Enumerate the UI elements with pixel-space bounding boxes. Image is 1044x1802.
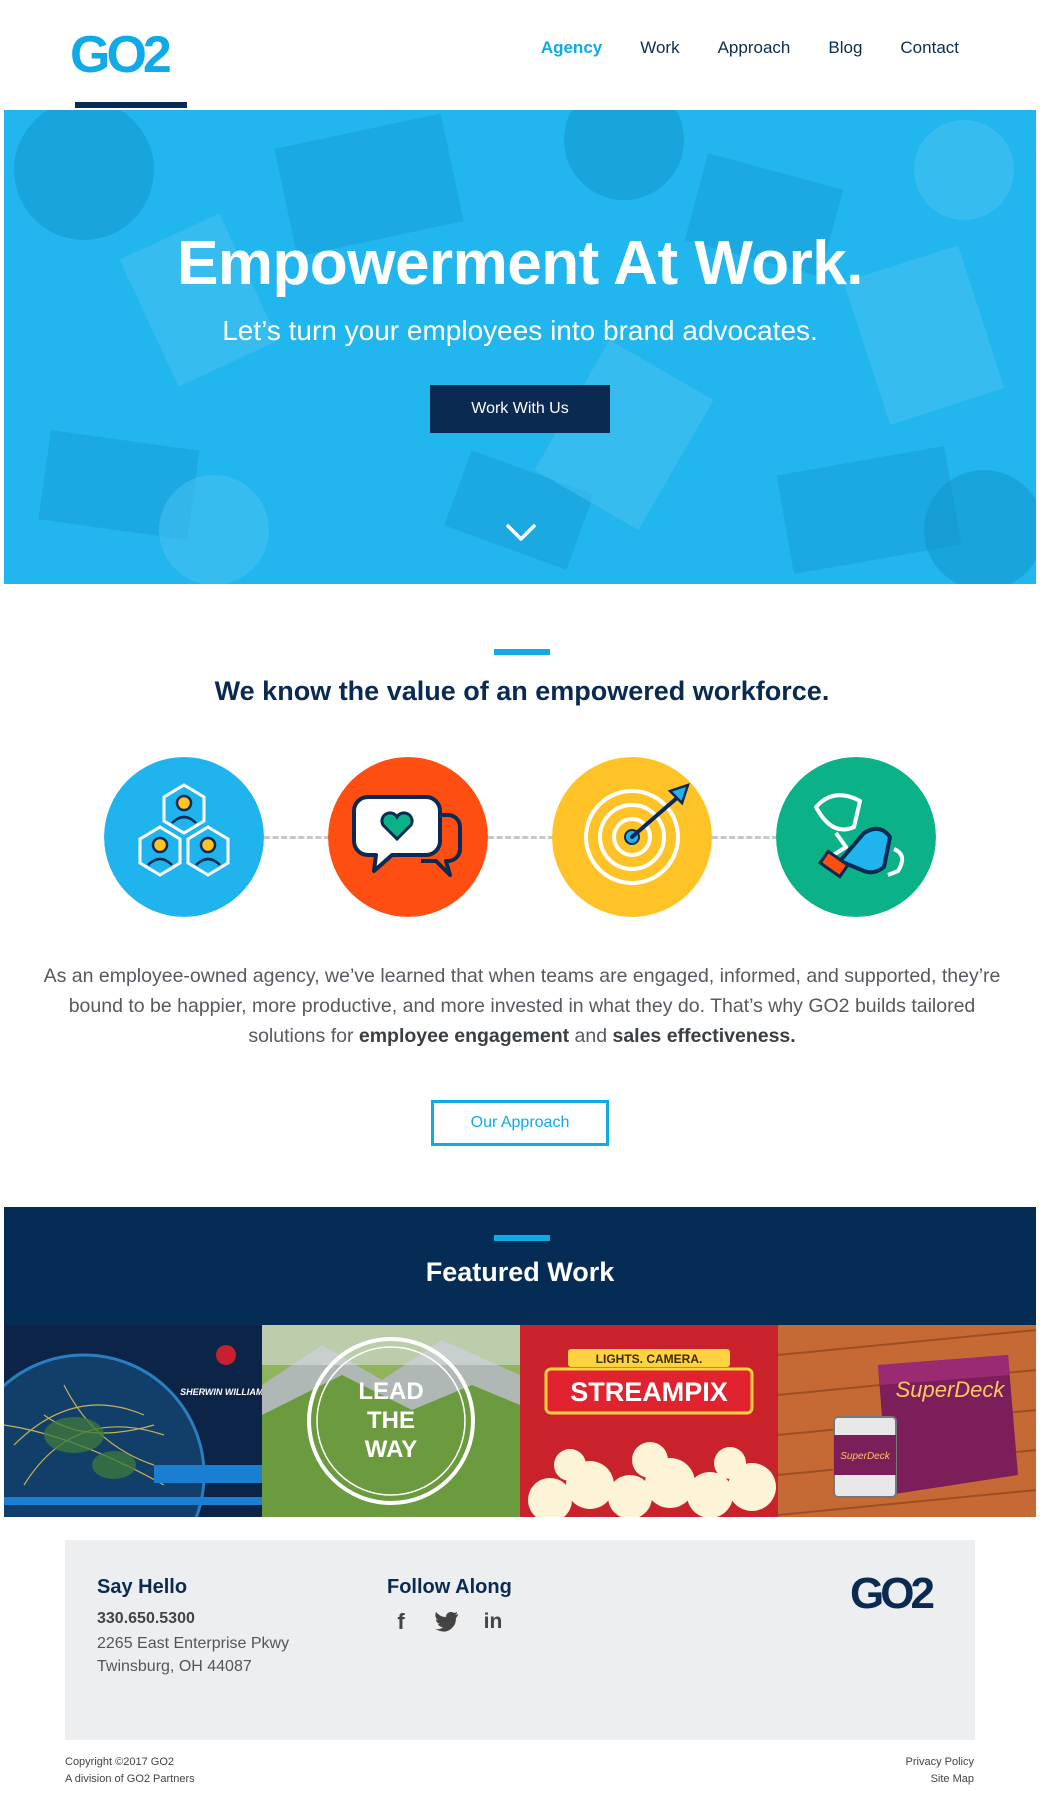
nav-blog[interactable]: Blog: [828, 38, 862, 58]
phone-number[interactable]: 330.650.5300: [97, 1610, 195, 1628]
featured-work-gallery: SHERWIN WILLIAMS. LEAD THE WAY LIGHTS. C…: [4, 1325, 1036, 1517]
work-with-us-button[interactable]: Work With Us: [430, 385, 610, 433]
value-text: and: [569, 1025, 613, 1047]
svg-text:SHERWIN WILLIAMS.: SHERWIN WILLIAMS.: [180, 1387, 262, 1397]
value-icons-row: [0, 757, 1044, 917]
hero-subtitle: Let’s turn your employees into brand adv…: [222, 315, 818, 346]
our-approach-button[interactable]: Our Approach: [431, 1100, 609, 1146]
follow-along-heading: Follow Along: [387, 1576, 512, 1598]
work-tile-superdeck[interactable]: SuperDeck SuperDeck: [778, 1325, 1036, 1517]
dashed-connector: [488, 836, 554, 839]
privacy-policy-link[interactable]: Privacy Policy: [906, 1756, 974, 1768]
facebook-icon[interactable]: f: [387, 1608, 415, 1636]
nav-approach[interactable]: Approach: [718, 38, 791, 58]
work-tile-sherwin-williams[interactable]: SHERWIN WILLIAMS.: [4, 1325, 262, 1517]
svg-text:SuperDeck: SuperDeck: [896, 1377, 1006, 1402]
facebook-glyph: f: [397, 1609, 405, 1634]
featured-work-title: Featured Work: [425, 1257, 615, 1287]
active-nav-indicator: [75, 102, 187, 108]
chevron-down-icon[interactable]: [505, 522, 537, 544]
team-hexagon-icon: [104, 757, 264, 917]
main-nav: Agency Work Approach Blog Contact: [541, 38, 959, 58]
address-line-1: 2265 East Enterprise Pkwy: [97, 1635, 290, 1652]
nav-work[interactable]: Work: [640, 38, 679, 58]
trophy-icon: [776, 757, 936, 917]
go2-footer-logo[interactable]: GO2: [850, 1568, 950, 1618]
svg-text:GO2: GO2: [850, 1569, 933, 1618]
svg-text:LEAD: LEAD: [358, 1378, 423, 1405]
nav-agency[interactable]: Agency: [541, 38, 602, 58]
svg-text:SuperDeck: SuperDeck: [840, 1451, 890, 1462]
value-description: As an employee-owned agency, we’ve learn…: [40, 961, 1004, 1051]
site-footer: Say Hello 330.650.5300 2265 East Enterpr…: [65, 1540, 975, 1740]
nav-contact[interactable]: Contact: [900, 38, 959, 58]
svg-text:STREAMPIX: STREAMPIX: [570, 1377, 728, 1407]
address-line-2: Twinsburg, OH 44087: [97, 1658, 252, 1675]
go2-logo[interactable]: GO2: [70, 24, 190, 84]
section-accent-bar: [494, 1235, 550, 1241]
section-accent-bar: [494, 649, 550, 655]
svg-text:THE: THE: [367, 1407, 415, 1434]
hiker-image: LEAD THE WAY: [262, 1325, 520, 1517]
site-map-link[interactable]: Site Map: [931, 1773, 974, 1785]
svg-text:WAY: WAY: [365, 1436, 417, 1463]
svg-text:GO2: GO2: [70, 26, 170, 84]
say-hello-heading: Say Hello: [97, 1576, 188, 1598]
twitter-icon[interactable]: [433, 1608, 461, 1636]
dashed-connector: [264, 836, 330, 839]
site-header: GO2 Agency Work Approach Blog Contact: [0, 0, 1044, 110]
division-text: A division of GO2 Partners: [65, 1773, 195, 1785]
streampix-image: LIGHTS. CAMERA. STREAMPIX: [520, 1325, 778, 1517]
hero-section: Empowerment At Work. Let’s turn your emp…: [4, 110, 1036, 584]
value-highlight: sales effectiveness.: [612, 1025, 796, 1047]
superdeck-image: SuperDeck SuperDeck: [778, 1325, 1036, 1517]
svg-text:LIGHTS. CAMERA.: LIGHTS. CAMERA.: [596, 1352, 703, 1366]
hero-background-photo: [4, 110, 1036, 584]
linkedin-icon[interactable]: in: [479, 1608, 507, 1636]
value-section-title: We know the value of an empowered workfo…: [214, 676, 830, 706]
linkedin-glyph: in: [483, 1610, 503, 1633]
featured-work-header: Featured Work: [4, 1207, 1036, 1325]
twitter-bird-icon: [435, 1612, 458, 1632]
value-highlight: employee engagement: [358, 1025, 570, 1047]
dashed-connector: [712, 836, 778, 839]
chat-heart-icon: [328, 757, 488, 917]
work-tile-lead-the-way[interactable]: LEAD THE WAY: [262, 1325, 520, 1517]
work-tile-streampix[interactable]: LIGHTS. CAMERA. STREAMPIX: [520, 1325, 778, 1517]
target-arrow-icon: [552, 757, 712, 917]
globe-image: SHERWIN WILLIAMS.: [4, 1325, 262, 1517]
copyright-text: Copyright ©2017 GO2: [65, 1756, 174, 1768]
hero-title: Empowerment At Work.: [177, 229, 863, 298]
